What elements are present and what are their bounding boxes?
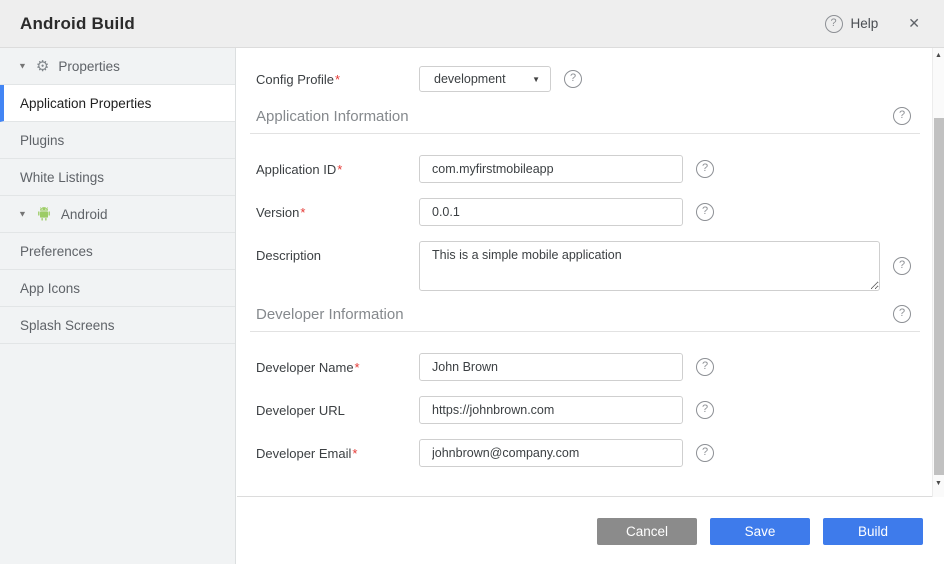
scroll-up-arrow-icon[interactable]: ▲	[933, 52, 944, 59]
developer-url-label: Developer URL	[256, 403, 419, 418]
developer-url-help-icon[interactable]: ?	[696, 401, 714, 419]
collapse-arrow-icon[interactable]: ▼	[18, 210, 27, 219]
sidebar: ▼ ⚙ Properties Application Properties Pl…	[0, 48, 236, 564]
application-id-label: Application ID*	[256, 162, 419, 177]
developer-email-label: Developer Email*	[256, 446, 419, 461]
sidebar-item-label: Splash Screens	[20, 318, 115, 333]
section-title: Application Information	[256, 108, 893, 125]
close-icon[interactable]: ✕	[904, 13, 924, 34]
developer-url-row: Developer URL ?	[256, 396, 932, 424]
required-asterisk: *	[352, 446, 357, 461]
developer-name-row: Developer Name* ?	[256, 353, 932, 381]
version-input[interactable]	[419, 198, 683, 226]
developer-name-label: Developer Name*	[256, 360, 419, 375]
sidebar-item-white-listings[interactable]: White Listings	[0, 159, 235, 196]
form-content: Config Profile* development ▼ ? Applicat…	[237, 48, 932, 497]
sidebar-item-preferences[interactable]: Preferences	[0, 233, 235, 270]
developer-url-input[interactable]	[419, 396, 683, 424]
required-asterisk: *	[337, 162, 342, 177]
save-button[interactable]: Save	[710, 518, 810, 545]
sidebar-item-label: Android	[61, 207, 108, 222]
developer-name-help-icon[interactable]: ?	[696, 358, 714, 376]
application-id-help-icon[interactable]: ?	[696, 160, 714, 178]
help-label: Help	[851, 16, 879, 31]
sidebar-item-application-properties[interactable]: Application Properties	[0, 85, 235, 122]
version-help-icon[interactable]: ?	[696, 203, 714, 221]
page-title: Android Build	[20, 14, 825, 34]
section-developer-information: Developer Information ?	[250, 305, 920, 332]
sidebar-item-app-icons[interactable]: App Icons	[0, 270, 235, 307]
help-circle-icon: ?	[825, 15, 843, 33]
form-scroll-area: Config Profile* development ▼ ? Applicat…	[237, 48, 944, 497]
required-asterisk: *	[355, 360, 360, 375]
required-asterisk: *	[300, 205, 305, 220]
developer-name-input[interactable]	[419, 353, 683, 381]
main-panel: Config Profile* development ▼ ? Applicat…	[237, 48, 944, 564]
sidebar-item-label: Application Properties	[20, 96, 151, 111]
sidebar-item-label: Properties	[58, 59, 120, 74]
scroll-down-arrow-icon[interactable]: ▼	[933, 480, 944, 487]
config-profile-label: Config Profile*	[256, 72, 419, 87]
sidebar-item-label: Plugins	[20, 133, 64, 148]
version-row: Version* ?	[256, 198, 932, 226]
section-title: Developer Information	[256, 306, 893, 323]
description-help-icon[interactable]: ?	[893, 257, 911, 275]
section-help-icon[interactable]: ?	[893, 107, 911, 125]
required-asterisk: *	[335, 72, 340, 87]
section-help-icon[interactable]: ?	[893, 305, 911, 323]
config-profile-select[interactable]: development ▼	[419, 66, 551, 92]
application-id-input[interactable]	[419, 155, 683, 183]
gear-icon: ⚙	[36, 59, 49, 74]
version-label: Version*	[256, 205, 419, 220]
sidebar-item-label: Preferences	[20, 244, 93, 259]
vertical-scrollbar[interactable]: ▲ ▼	[932, 48, 944, 497]
description-label: Description	[256, 241, 419, 263]
dropdown-arrow-icon: ▼	[532, 75, 540, 84]
config-profile-value: development	[434, 72, 532, 86]
description-row: Description This is a simple mobile appl…	[256, 241, 932, 291]
cancel-button[interactable]: Cancel	[597, 518, 697, 545]
footer-bar: Cancel Save Build	[237, 498, 944, 564]
scrollbar-thumb[interactable]	[934, 118, 944, 475]
developer-email-help-icon[interactable]: ?	[696, 444, 714, 462]
sidebar-item-label: White Listings	[20, 170, 104, 185]
sidebar-item-splash-screens[interactable]: Splash Screens	[0, 307, 235, 344]
sidebar-item-properties[interactable]: ▼ ⚙ Properties	[0, 48, 235, 85]
android-build-dialog: Android Build ? Help ✕ ▼ ⚙ Properties Ap…	[0, 0, 944, 564]
collapse-arrow-icon[interactable]: ▼	[18, 62, 27, 71]
sidebar-item-android[interactable]: ▼ Android	[0, 196, 235, 233]
config-profile-help-icon[interactable]: ?	[564, 70, 582, 88]
title-bar: Android Build ? Help ✕	[0, 0, 944, 48]
sidebar-item-plugins[interactable]: Plugins	[0, 122, 235, 159]
developer-email-row: Developer Email* ?	[256, 439, 932, 467]
section-application-information: Application Information ?	[250, 107, 920, 134]
config-profile-row: Config Profile* development ▼ ?	[256, 66, 932, 92]
description-textarea[interactable]: This is a simple mobile application	[419, 241, 880, 291]
developer-email-input[interactable]	[419, 439, 683, 467]
help-button[interactable]: ? Help	[825, 15, 879, 33]
android-icon	[36, 206, 52, 222]
sidebar-item-label: App Icons	[20, 281, 80, 296]
build-button[interactable]: Build	[823, 518, 923, 545]
application-id-row: Application ID* ?	[256, 155, 932, 183]
